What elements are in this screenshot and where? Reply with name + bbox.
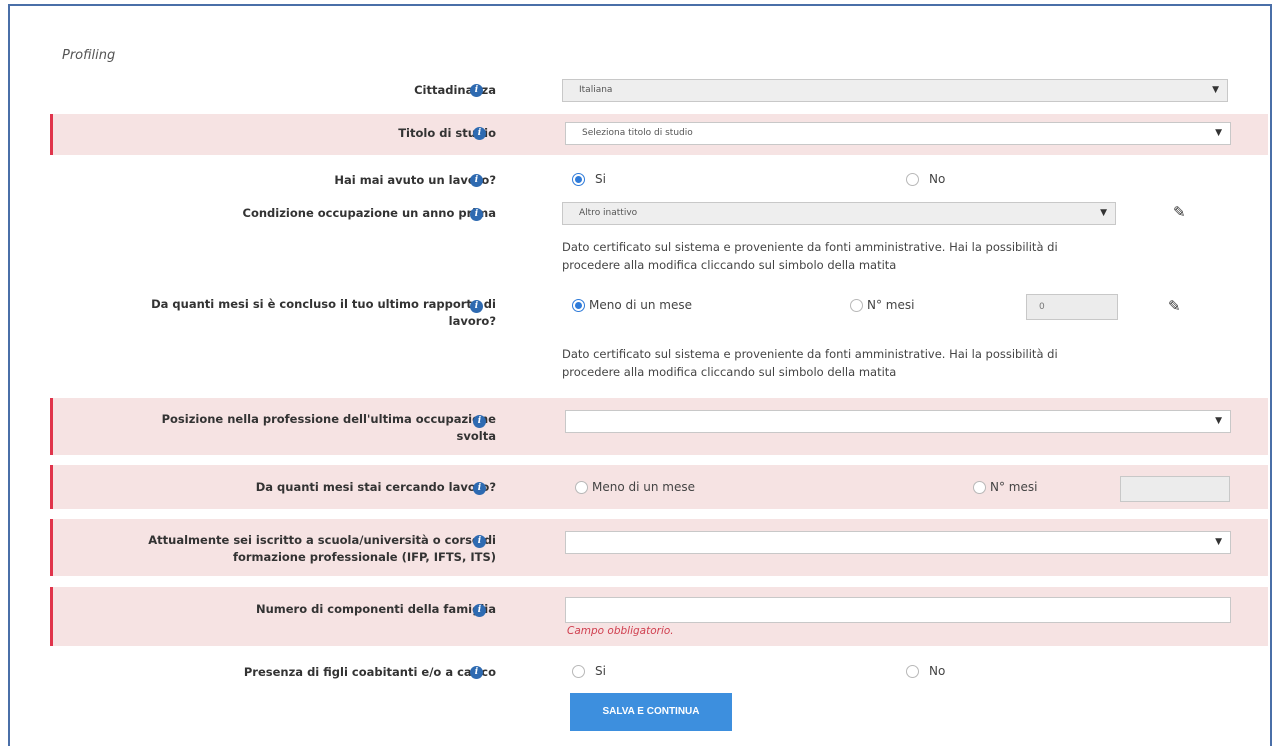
chevron-down-icon: ▼: [1215, 416, 1222, 426]
info-icon[interactable]: i: [473, 415, 486, 428]
radio-button[interactable]: [572, 664, 585, 678]
row-presenza-figli: Presenza di figli coabitanti e/o a caric…: [50, 662, 1268, 684]
chevron-down-icon: ▼: [1212, 85, 1219, 95]
radio-meno-un-mese[interactable]: Meno di un mese: [575, 480, 695, 494]
info-icon[interactable]: i: [470, 300, 483, 313]
radio-meno-un-mese[interactable]: Meno di un mese: [572, 298, 692, 312]
row-titolo-studio: Titolo di studio i Seleziona titolo di s…: [50, 114, 1268, 155]
radio-button[interactable]: [906, 664, 919, 678]
radio-figli-si[interactable]: Si: [572, 664, 606, 678]
salva-e-continua-button[interactable]: SALVA E CONTINUA: [570, 693, 732, 731]
cittadinanza-select[interactable]: Italiana ▼: [562, 79, 1228, 102]
radio-button[interactable]: [906, 172, 919, 186]
radio-label: Meno di un mese: [589, 298, 692, 312]
radio-label: Si: [595, 664, 606, 678]
radio-label: Si: [595, 172, 606, 186]
chevron-down-icon: ▼: [1215, 128, 1222, 138]
field-label: Da quanti mesi stai cercando lavoro?: [255, 480, 496, 494]
radio-lavoro-si[interactable]: Si: [572, 172, 606, 186]
row-componenti-famiglia: Numero di componenti della famiglia i Ca…: [50, 587, 1268, 646]
radio-label: No: [929, 664, 946, 678]
certified-note: Dato certificato sul sistema e provenien…: [562, 345, 1122, 381]
radio-button[interactable]: [575, 480, 588, 494]
info-icon[interactable]: i: [473, 482, 486, 495]
field-label: Da quanti mesi si è concluso il tuo ulti…: [151, 297, 496, 328]
radio-label: No: [929, 172, 946, 186]
info-icon[interactable]: i: [470, 666, 483, 679]
info-icon[interactable]: i: [473, 127, 486, 140]
radio-lavoro-no[interactable]: No: [906, 172, 945, 186]
row-ultimo-rapporto: Da quanti mesi si è concluso il tuo ulti…: [50, 290, 1268, 382]
months-input[interactable]: 0: [1026, 294, 1118, 320]
radio-button[interactable]: [850, 298, 863, 312]
row-condizione-occupazione: Condizione occupazione un anno prima i A…: [50, 200, 1268, 276]
field-label: Numero di componenti della famiglia: [255, 602, 496, 616]
pencil-icon[interactable]: ✎: [1168, 297, 1181, 315]
info-icon[interactable]: i: [473, 604, 486, 617]
radio-button[interactable]: [973, 480, 986, 494]
row-iscritto-scuola: Attualmente sei iscritto a scuola/univer…: [50, 519, 1268, 576]
row-cittadinanza: Cittadinanza i Italiana ▼: [50, 78, 1268, 104]
note-line: procedere alla modifica cliccando sul si…: [562, 365, 897, 379]
iscritto-select[interactable]: ▼: [565, 531, 1231, 554]
titolo-studio-select[interactable]: Seleziona titolo di studio ▼: [565, 122, 1231, 145]
selected-value: Altro inattivo: [579, 208, 638, 218]
pencil-icon[interactable]: ✎: [1173, 203, 1186, 221]
field-label: Condizione occupazione un anno prima: [242, 206, 496, 220]
posizione-select[interactable]: ▼: [565, 410, 1231, 433]
radio-label: N° mesi: [867, 298, 915, 312]
radio-button-checked[interactable]: [572, 298, 585, 312]
selected-value: Italiana: [579, 85, 613, 95]
info-icon[interactable]: i: [470, 174, 483, 187]
componenti-famiglia-input[interactable]: [565, 597, 1231, 623]
info-icon[interactable]: i: [470, 84, 483, 97]
note-line: procedere alla modifica cliccando sul si…: [562, 258, 897, 272]
certified-note: Dato certificato sul sistema e provenien…: [562, 238, 1122, 274]
error-message: Campo obbligatorio.: [567, 625, 674, 637]
radio-label: Meno di un mese: [592, 480, 695, 494]
condizione-select[interactable]: Altro inattivo ▼: [562, 202, 1116, 225]
chevron-down-icon: ▼: [1215, 537, 1222, 547]
field-label: Attualmente sei iscritto a scuola/univer…: [148, 533, 496, 564]
note-line: Dato certificato sul sistema e provenien…: [562, 240, 1058, 254]
select-placeholder: Seleziona titolo di studio: [582, 128, 693, 138]
info-icon[interactable]: i: [473, 535, 486, 548]
months-input[interactable]: [1120, 476, 1230, 502]
row-posizione-professione: Posizione nella professione dell'ultima …: [50, 398, 1268, 455]
radio-button-checked[interactable]: [572, 172, 585, 186]
field-label: Cittadinanza: [414, 83, 496, 97]
radio-figli-no[interactable]: No: [906, 664, 945, 678]
radio-n-mesi[interactable]: N° mesi: [973, 480, 1037, 494]
row-cercando-lavoro: Da quanti mesi stai cercando lavoro? i M…: [50, 465, 1268, 509]
section-title: Profiling: [62, 48, 116, 63]
chevron-down-icon: ▼: [1100, 208, 1107, 218]
info-icon[interactable]: i: [470, 208, 483, 221]
field-label: Presenza di figli coabitanti e/o a caric…: [243, 665, 496, 679]
row-hai-lavoro: Hai mai avuto un lavoro? i Si No: [50, 170, 1268, 192]
field-label: Posizione nella professione dell'ultima …: [161, 412, 496, 443]
radio-label: N° mesi: [990, 480, 1038, 494]
radio-n-mesi[interactable]: N° mesi: [850, 298, 914, 312]
note-line: Dato certificato sul sistema e provenien…: [562, 347, 1058, 361]
